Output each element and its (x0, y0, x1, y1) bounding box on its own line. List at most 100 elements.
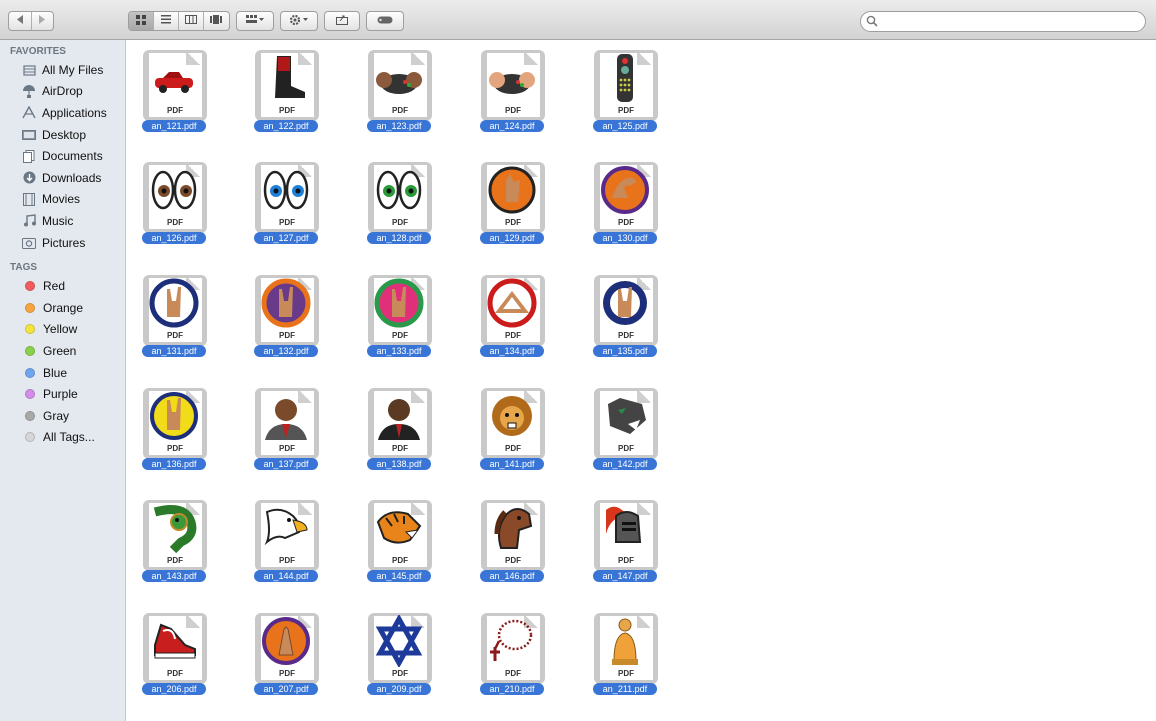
share-button[interactable] (324, 11, 360, 31)
sidebar-item-label: Green (43, 343, 77, 358)
file-name-label: an_146.pdf (480, 570, 544, 582)
pdf-badge: PDF (167, 331, 183, 340)
sidebar-tag-purple[interactable]: Purple (0, 383, 125, 405)
file-name-label: an_133.pdf (367, 345, 431, 357)
pdf-badge: PDF (618, 669, 634, 678)
file-item[interactable]: PDF an_126.pdf (127, 152, 215, 262)
game-controller-light-hands-icon (489, 72, 535, 94)
file-name-label: an_136.pdf (142, 458, 206, 470)
file-item[interactable]: PDF an_136.pdf (127, 378, 215, 488)
sidebar-item-label: All My Files (42, 62, 104, 77)
file-item[interactable]: PDF an_127.pdf (239, 152, 327, 262)
file-item[interactable]: PDF an_147.pdf (578, 490, 666, 600)
pdf-badge: PDF (392, 218, 408, 227)
file-item[interactable]: PDF an_125.pdf (578, 40, 666, 150)
file-item[interactable]: PDF an_146.pdf (465, 490, 553, 600)
file-item[interactable]: PDF an_130.pdf (578, 152, 666, 262)
file-item[interactable]: PDF an_209.pdf (352, 603, 440, 713)
horns-hand-pink-green-icon (374, 278, 424, 328)
file-name-label: an_147.pdf (593, 570, 657, 582)
tags-button[interactable] (366, 11, 404, 31)
file-item[interactable]: PDF an_133.pdf (352, 265, 440, 375)
triangle-hands-red-ring-icon (487, 278, 537, 328)
sidebar-item-pictures[interactable]: Pictures (0, 232, 125, 254)
sidebar-tag-gray[interactable]: Gray (0, 405, 125, 427)
column-view-button[interactable] (179, 12, 203, 30)
all-tags-icon (25, 432, 35, 443)
file-item[interactable]: PDF an_143.pdf (127, 490, 215, 600)
pdf-badge: PDF (167, 556, 183, 565)
file-item[interactable]: PDF an_142.pdf (578, 378, 666, 488)
file-item[interactable]: PDF an_138.pdf (352, 378, 440, 488)
file-item[interactable]: PDF an_144.pdf (239, 490, 327, 600)
file-item[interactable]: PDF an_129.pdf (465, 152, 553, 262)
search-field[interactable] (860, 11, 1146, 32)
file-item[interactable]: PDF an_134.pdf (465, 265, 553, 375)
sidebar-tag-yellow[interactable]: Yellow (0, 319, 125, 341)
favorites-header: FAVORITES (10, 46, 66, 57)
file-item[interactable]: PDF an_121.pdf (127, 40, 215, 150)
sidebar-item-movies[interactable]: Movies (0, 189, 125, 211)
sidebar-tag-green[interactable]: Green (0, 340, 125, 362)
pdf-badge: PDF (167, 218, 183, 227)
documents-icon (22, 149, 36, 163)
back-forward-control (8, 11, 54, 31)
sidebar-tag-orange[interactable]: Orange (0, 297, 125, 319)
sidebar-tag-red[interactable]: Red (0, 275, 125, 297)
pdf-badge: PDF (279, 669, 295, 678)
chevron-left-icon (16, 15, 24, 27)
tags-header: TAGS (10, 262, 38, 274)
action-menu-button[interactable] (280, 11, 318, 31)
file-item[interactable]: PDF an_137.pdf (239, 378, 327, 488)
star-of-david-icon (375, 615, 423, 667)
back-button[interactable] (9, 12, 31, 30)
sidebar-item-all-my-files[interactable]: All My Files (0, 59, 125, 81)
file-item[interactable]: PDF an_124.pdf (465, 40, 553, 150)
file-item[interactable]: PDF an_128.pdf (352, 152, 440, 262)
file-name-label: an_138.pdf (367, 458, 431, 470)
pdf-badge: PDF (279, 556, 295, 565)
file-thumbnail: PDF (143, 162, 207, 233)
column-view-icon (185, 15, 197, 27)
pdf-badge: PDF (505, 444, 521, 453)
file-item[interactable]: PDF an_132.pdf (239, 265, 327, 375)
chevron-right-icon (38, 15, 46, 27)
file-item[interactable]: PDF an_123.pdf (352, 40, 440, 150)
file-thumbnail: PDF (594, 388, 658, 459)
coverflow-view-button[interactable] (204, 12, 228, 30)
tiger-mascot-icon (376, 511, 422, 544)
forward-button[interactable] (32, 12, 54, 30)
pdf-badge: PDF (392, 669, 408, 678)
file-thumbnail: PDF (368, 162, 432, 233)
file-item[interactable]: PDF an_135.pdf (578, 265, 666, 375)
finder-toolbar (0, 0, 1156, 40)
sidebar-item-music[interactable]: Music (0, 210, 125, 232)
arrange-button[interactable] (236, 11, 274, 31)
movies-icon (22, 192, 36, 206)
file-item[interactable]: PDF an_211.pdf (578, 603, 666, 713)
icon-view-button[interactable] (129, 12, 153, 30)
file-item[interactable]: PDF an_122.pdf (239, 40, 327, 150)
sidebar-item-label: Blue (43, 365, 68, 380)
file-thumbnail: PDF (368, 388, 432, 459)
file-item[interactable]: PDF an_206.pdf (127, 603, 215, 713)
sidebar-item-airdrop[interactable]: AirDrop (0, 81, 125, 103)
file-item[interactable]: PDF an_131.pdf (127, 265, 215, 375)
sidebar-item-label: Purple (43, 387, 78, 402)
sidebar-item-desktop[interactable]: Desktop (0, 124, 125, 146)
file-item[interactable]: PDF an_145.pdf (352, 490, 440, 600)
blue-eyes-icon (263, 170, 309, 210)
file-item[interactable]: PDF an_141.pdf (465, 378, 553, 488)
file-item[interactable]: PDF an_207.pdf (239, 603, 327, 713)
sidebar-tag-blue[interactable]: Blue (0, 362, 125, 384)
red-tag-icon (25, 281, 35, 292)
sidebar-item-label: Orange (43, 300, 84, 315)
file-item[interactable]: PDF an_210.pdf (465, 603, 553, 713)
red-car-icon (155, 72, 193, 93)
sidebar-tag-all-tags[interactable]: All Tags... (0, 427, 125, 449)
sidebar-item-documents[interactable]: Documents (0, 145, 125, 167)
sidebar-item-downloads[interactable]: Downloads (0, 167, 125, 189)
list-view-button[interactable] (154, 12, 178, 30)
search-input[interactable] (881, 13, 1143, 31)
sidebar-item-applications[interactable]: Applications (0, 102, 125, 124)
